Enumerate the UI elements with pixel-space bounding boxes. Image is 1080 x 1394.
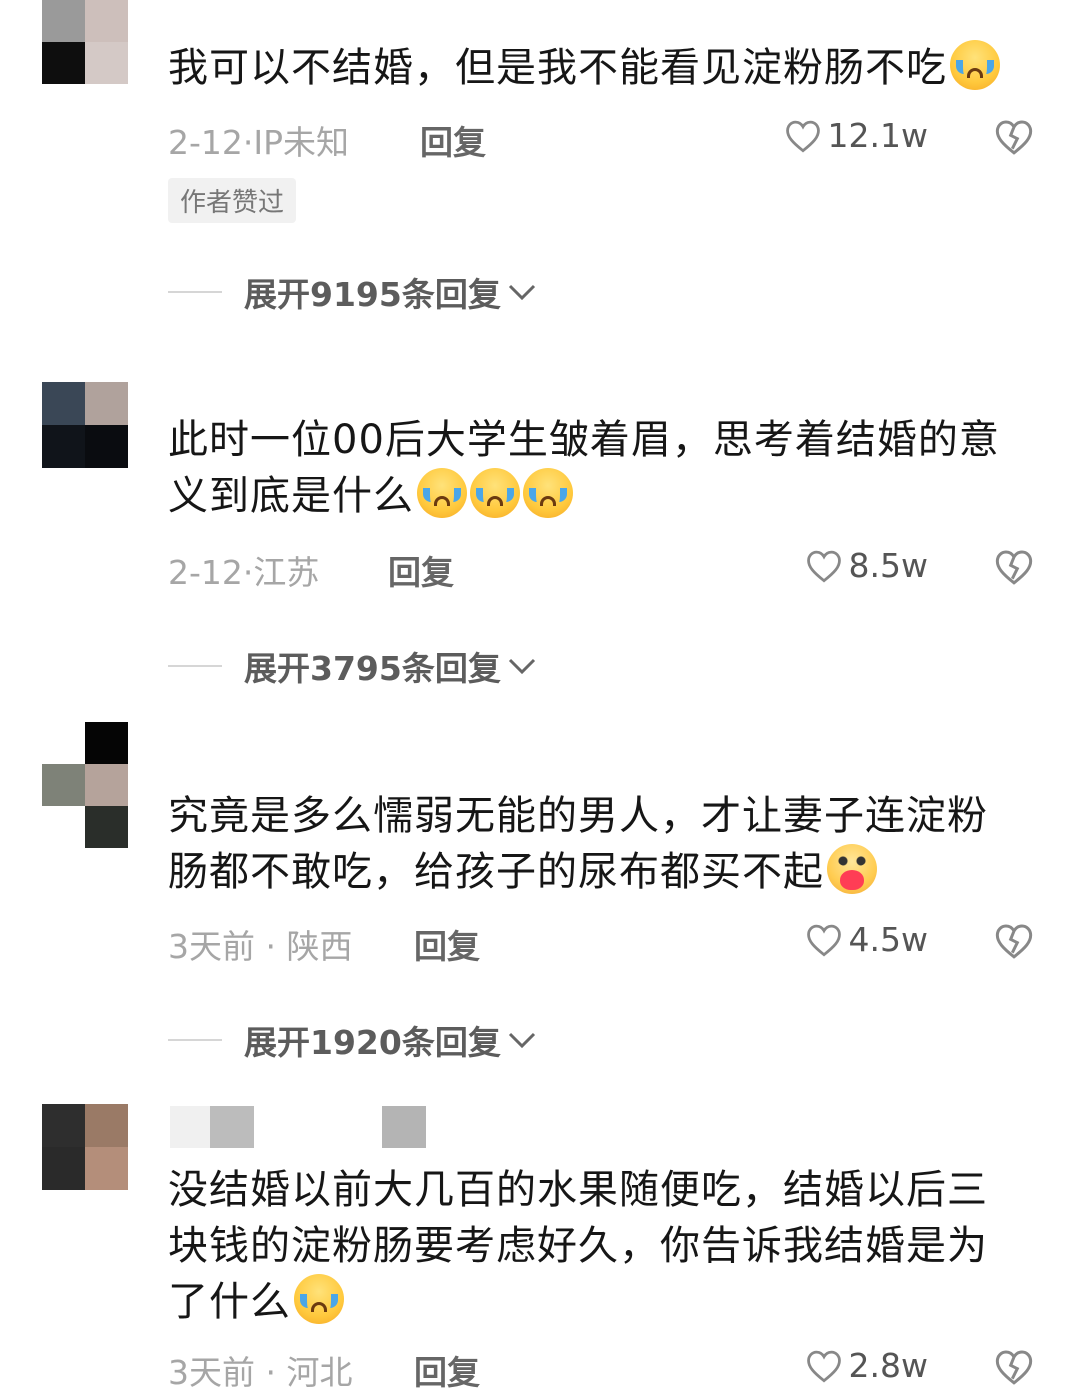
comment-text: 此时一位00后大学生皱着眉，思考着结婚的意义到底是什么 bbox=[168, 417, 1000, 519]
reply-button[interactable]: 回复 bbox=[414, 1346, 480, 1394]
loudly-crying-face-icon bbox=[470, 468, 520, 518]
comment-time-location: 2-12·江苏 bbox=[168, 553, 320, 592]
like-button[interactable]: 2.8w bbox=[805, 1346, 928, 1385]
comment-time-location: 3天前 · 陕西 bbox=[168, 927, 353, 966]
divider bbox=[168, 291, 222, 293]
face-holding-heart-icon bbox=[827, 844, 877, 894]
heart-icon bbox=[806, 924, 841, 956]
avatar[interactable] bbox=[42, 722, 128, 848]
username-blurred bbox=[170, 1106, 254, 1148]
comment-body: 此时一位00后大学生皱着眉，思考着结婚的意义到底是什么 bbox=[168, 412, 1028, 524]
author-liked-badge: 作者赞过 bbox=[168, 178, 297, 223]
divider bbox=[168, 1039, 222, 1041]
like-count: 8.5w bbox=[848, 546, 928, 585]
reply-button[interactable]: 回复 bbox=[388, 546, 454, 594]
chevron-down-icon bbox=[508, 1032, 535, 1049]
expand-replies[interactable]: 展开9195条回复 bbox=[168, 268, 537, 316]
username-blurred bbox=[340, 1106, 426, 1148]
comment-body: 我可以不结婚，但是我不能看见淀粉肠不吃 bbox=[168, 40, 1028, 96]
like-button[interactable]: 12.1w bbox=[784, 116, 928, 155]
heart-icon bbox=[785, 120, 820, 152]
comment-body: 究竟是多么懦弱无能的男人，才让妻子连淀粉肠都不敢吃，给孩子的尿布都买不起 bbox=[168, 788, 1028, 900]
comment-meta: 3天前 · 河北 回复 2.8w bbox=[168, 1346, 1038, 1392]
comment-time-location: 2-12·IP未知 bbox=[168, 123, 350, 162]
expand-replies[interactable]: 展开1920条回复 bbox=[168, 1016, 537, 1064]
loudly-crying-face-icon bbox=[523, 468, 573, 518]
heart-icon bbox=[806, 1350, 841, 1382]
comment-meta: 2-12·江苏 回复 8.5w bbox=[168, 546, 1038, 592]
chevron-down-icon bbox=[508, 284, 535, 301]
like-count: 4.5w bbox=[848, 920, 928, 959]
like-count: 12.1w bbox=[827, 116, 928, 155]
comment-text: 没结婚以前大几百的水果随便吃，结婚以后三块钱的淀粉肠要考虑好久，你告诉我结婚是为… bbox=[168, 1167, 988, 1325]
loudly-crying-face-icon bbox=[417, 468, 467, 518]
reply-button[interactable]: 回复 bbox=[414, 920, 480, 968]
like-count: 2.8w bbox=[848, 1346, 928, 1385]
like-button[interactable]: 8.5w bbox=[805, 546, 928, 585]
expand-replies-label: 展开3795条回复 bbox=[244, 649, 501, 688]
loudly-crying-face-icon bbox=[294, 1274, 344, 1324]
expand-replies-label: 展开1920条回复 bbox=[244, 1023, 501, 1062]
dislike-icon[interactable] bbox=[994, 922, 1034, 960]
comment-body: 没结婚以前大几百的水果随便吃，结婚以后三块钱的淀粉肠要考虑好久，你告诉我结婚是为… bbox=[168, 1162, 1028, 1330]
like-button[interactable]: 4.5w bbox=[805, 920, 928, 959]
dislike-icon[interactable] bbox=[994, 118, 1034, 156]
avatar[interactable] bbox=[42, 0, 128, 84]
loudly-crying-face-icon bbox=[950, 40, 1000, 90]
expand-replies-label: 展开9195条回复 bbox=[244, 275, 501, 314]
reply-button[interactable]: 回复 bbox=[420, 116, 486, 164]
avatar[interactable] bbox=[42, 1104, 128, 1190]
expand-replies[interactable]: 展开3795条回复 bbox=[168, 642, 537, 690]
dislike-icon[interactable] bbox=[994, 1348, 1034, 1386]
heart-icon bbox=[806, 550, 841, 582]
comment-meta: 2-12·IP未知 回复 12.1w bbox=[168, 116, 1038, 162]
chevron-down-icon bbox=[508, 658, 535, 675]
avatar[interactable] bbox=[42, 382, 128, 468]
dislike-icon[interactable] bbox=[994, 548, 1034, 586]
comment-time-location: 3天前 · 河北 bbox=[168, 1353, 353, 1392]
divider bbox=[168, 665, 222, 667]
comment-text: 究竟是多么懦弱无能的男人，才让妻子连淀粉肠都不敢吃，给孩子的尿布都买不起 bbox=[168, 793, 988, 895]
comment-meta: 3天前 · 陕西 回复 4.5w bbox=[168, 920, 1038, 966]
comment-text: 我可以不结婚，但是我不能看见淀粉肠不吃 bbox=[168, 40, 1028, 96]
